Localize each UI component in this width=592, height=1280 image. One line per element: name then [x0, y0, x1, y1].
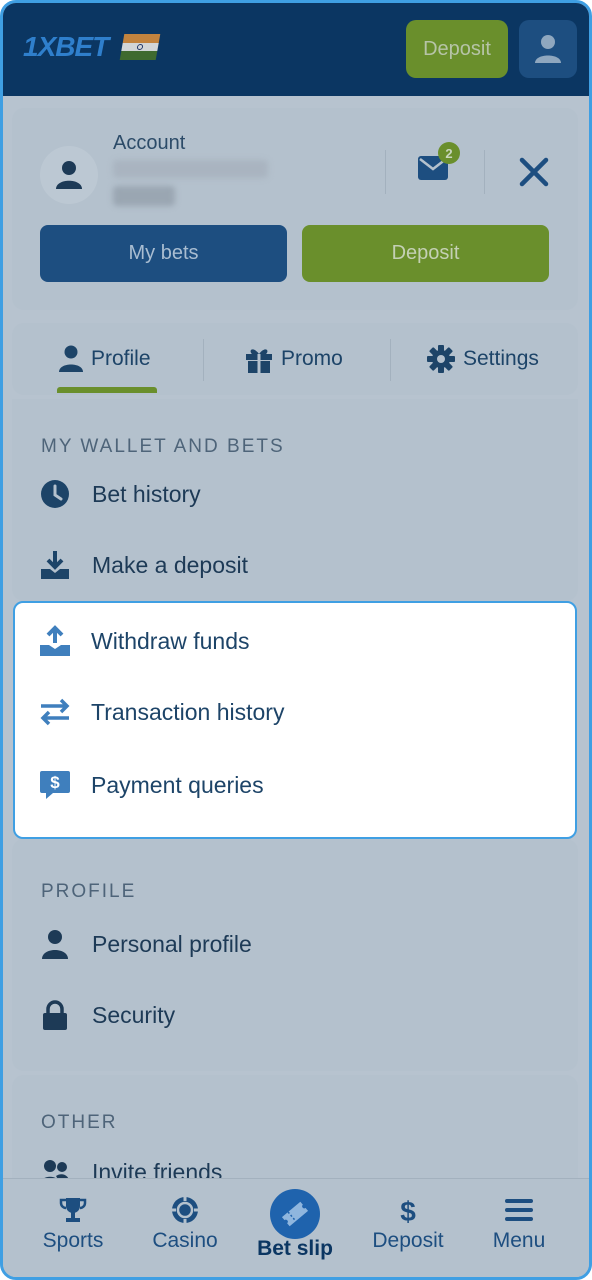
tab-label: Promo — [281, 347, 343, 370]
menu-item-transaction-history[interactable]: Transaction history — [39, 696, 284, 728]
deposit-button[interactable]: Deposit — [302, 225, 549, 282]
menu-item-personal-profile[interactable]: Personal profile — [40, 929, 252, 959]
menu-item-payment-queries[interactable]: $ Payment queries — [39, 769, 264, 801]
divider — [385, 150, 386, 194]
brand-logo[interactable]: 1XBET — [23, 31, 161, 63]
menu-item-label: Make a deposit — [92, 551, 248, 578]
profile-tabs: Profile Promo Settings — [12, 323, 578, 395]
chip-icon — [171, 1195, 199, 1225]
menu-item-security[interactable]: Security — [40, 1000, 175, 1030]
menu-item-label: Payment queries — [91, 771, 264, 798]
app-frame: 1XBET Deposit Account 2 My bets Deposit … — [0, 0, 592, 1280]
nav-label: Casino — [152, 1229, 218, 1252]
account-avatar[interactable] — [40, 146, 98, 204]
section-title-profile: PROFILE — [41, 881, 137, 902]
user-profile-button[interactable] — [519, 20, 577, 78]
active-tab-indicator — [57, 387, 157, 393]
nav-casino[interactable]: Casino — [130, 1195, 240, 1253]
divider — [203, 339, 204, 381]
account-panel: Account 2 My bets Deposit — [12, 108, 578, 310]
nav-bet-slip-label[interactable]: Bet slip — [243, 1237, 347, 1261]
menu-item-make-deposit[interactable]: Make a deposit — [40, 550, 248, 580]
tab-profile[interactable]: Profile — [59, 323, 151, 395]
svg-text:$: $ — [50, 773, 60, 792]
person-icon — [56, 161, 82, 189]
divider — [484, 150, 485, 194]
transfer-arrows-icon — [39, 696, 71, 728]
nav-label: Sports — [42, 1229, 104, 1252]
nav-sports[interactable]: Sports — [18, 1195, 128, 1253]
header-deposit-button[interactable]: Deposit — [406, 20, 508, 78]
close-icon[interactable] — [518, 156, 550, 193]
highlighted-payments-card: Withdraw funds Transaction history $ Pay… — [13, 601, 577, 839]
profile-section: PROFILE Personal profile Security — [12, 839, 578, 1071]
menu-item-label: Withdraw funds — [91, 627, 250, 654]
account-balance-redacted — [113, 186, 175, 206]
svg-text:$: $ — [400, 1196, 416, 1225]
tab-label: Profile — [91, 347, 151, 370]
account-label: Account — [113, 132, 186, 154]
nav-label: Menu — [492, 1229, 546, 1252]
tab-promo[interactable]: Promo — [245, 323, 343, 395]
ticket-icon — [281, 1201, 309, 1227]
tab-label: Settings — [463, 347, 539, 370]
upload-icon — [39, 625, 71, 657]
section-title-other: OTHER — [41, 1112, 118, 1133]
gift-icon — [246, 349, 272, 373]
lock-icon — [40, 1000, 70, 1030]
person-icon — [40, 929, 70, 959]
top-bar: 1XBET Deposit — [3, 3, 589, 96]
mail-count-badge: 2 — [438, 142, 460, 164]
wallet-section: MY WALLET AND BETS Bet history Make a de… — [12, 399, 578, 601]
dollar-icon: $ — [398, 1195, 418, 1225]
tab-settings[interactable]: Settings — [427, 323, 539, 395]
menu-item-bet-history[interactable]: Bet history — [40, 479, 201, 509]
menu-item-label: Security — [92, 1001, 176, 1028]
account-number-redacted — [113, 160, 268, 178]
clock-icon — [40, 479, 70, 509]
menu-icon — [505, 1195, 533, 1225]
trophy-icon — [59, 1195, 87, 1225]
logo-text: 1XBET — [23, 31, 109, 62]
my-bets-button[interactable]: My bets — [40, 225, 287, 282]
user-icon — [535, 35, 561, 63]
download-icon — [40, 550, 70, 580]
india-flag-icon — [119, 34, 161, 61]
dollar-chat-icon: $ — [39, 769, 71, 801]
nav-bet-slip-button[interactable] — [270, 1189, 320, 1239]
divider — [390, 339, 391, 381]
bottom-navigation: Sports Casino Bet slip $ Deposit Menu — [3, 1178, 589, 1277]
menu-item-label: Personal profile — [92, 930, 252, 957]
person-icon — [59, 345, 83, 372]
menu-item-withdraw-funds[interactable]: Withdraw funds — [39, 625, 250, 657]
nav-menu[interactable]: Menu — [464, 1195, 574, 1253]
nav-label: Deposit — [372, 1229, 444, 1252]
nav-deposit[interactable]: $ Deposit — [353, 1195, 463, 1253]
menu-item-label: Bet history — [92, 480, 201, 507]
gear-icon — [427, 345, 455, 373]
menu-item-label: Transaction history — [91, 698, 285, 725]
section-title-wallet: MY WALLET AND BETS — [41, 436, 285, 457]
